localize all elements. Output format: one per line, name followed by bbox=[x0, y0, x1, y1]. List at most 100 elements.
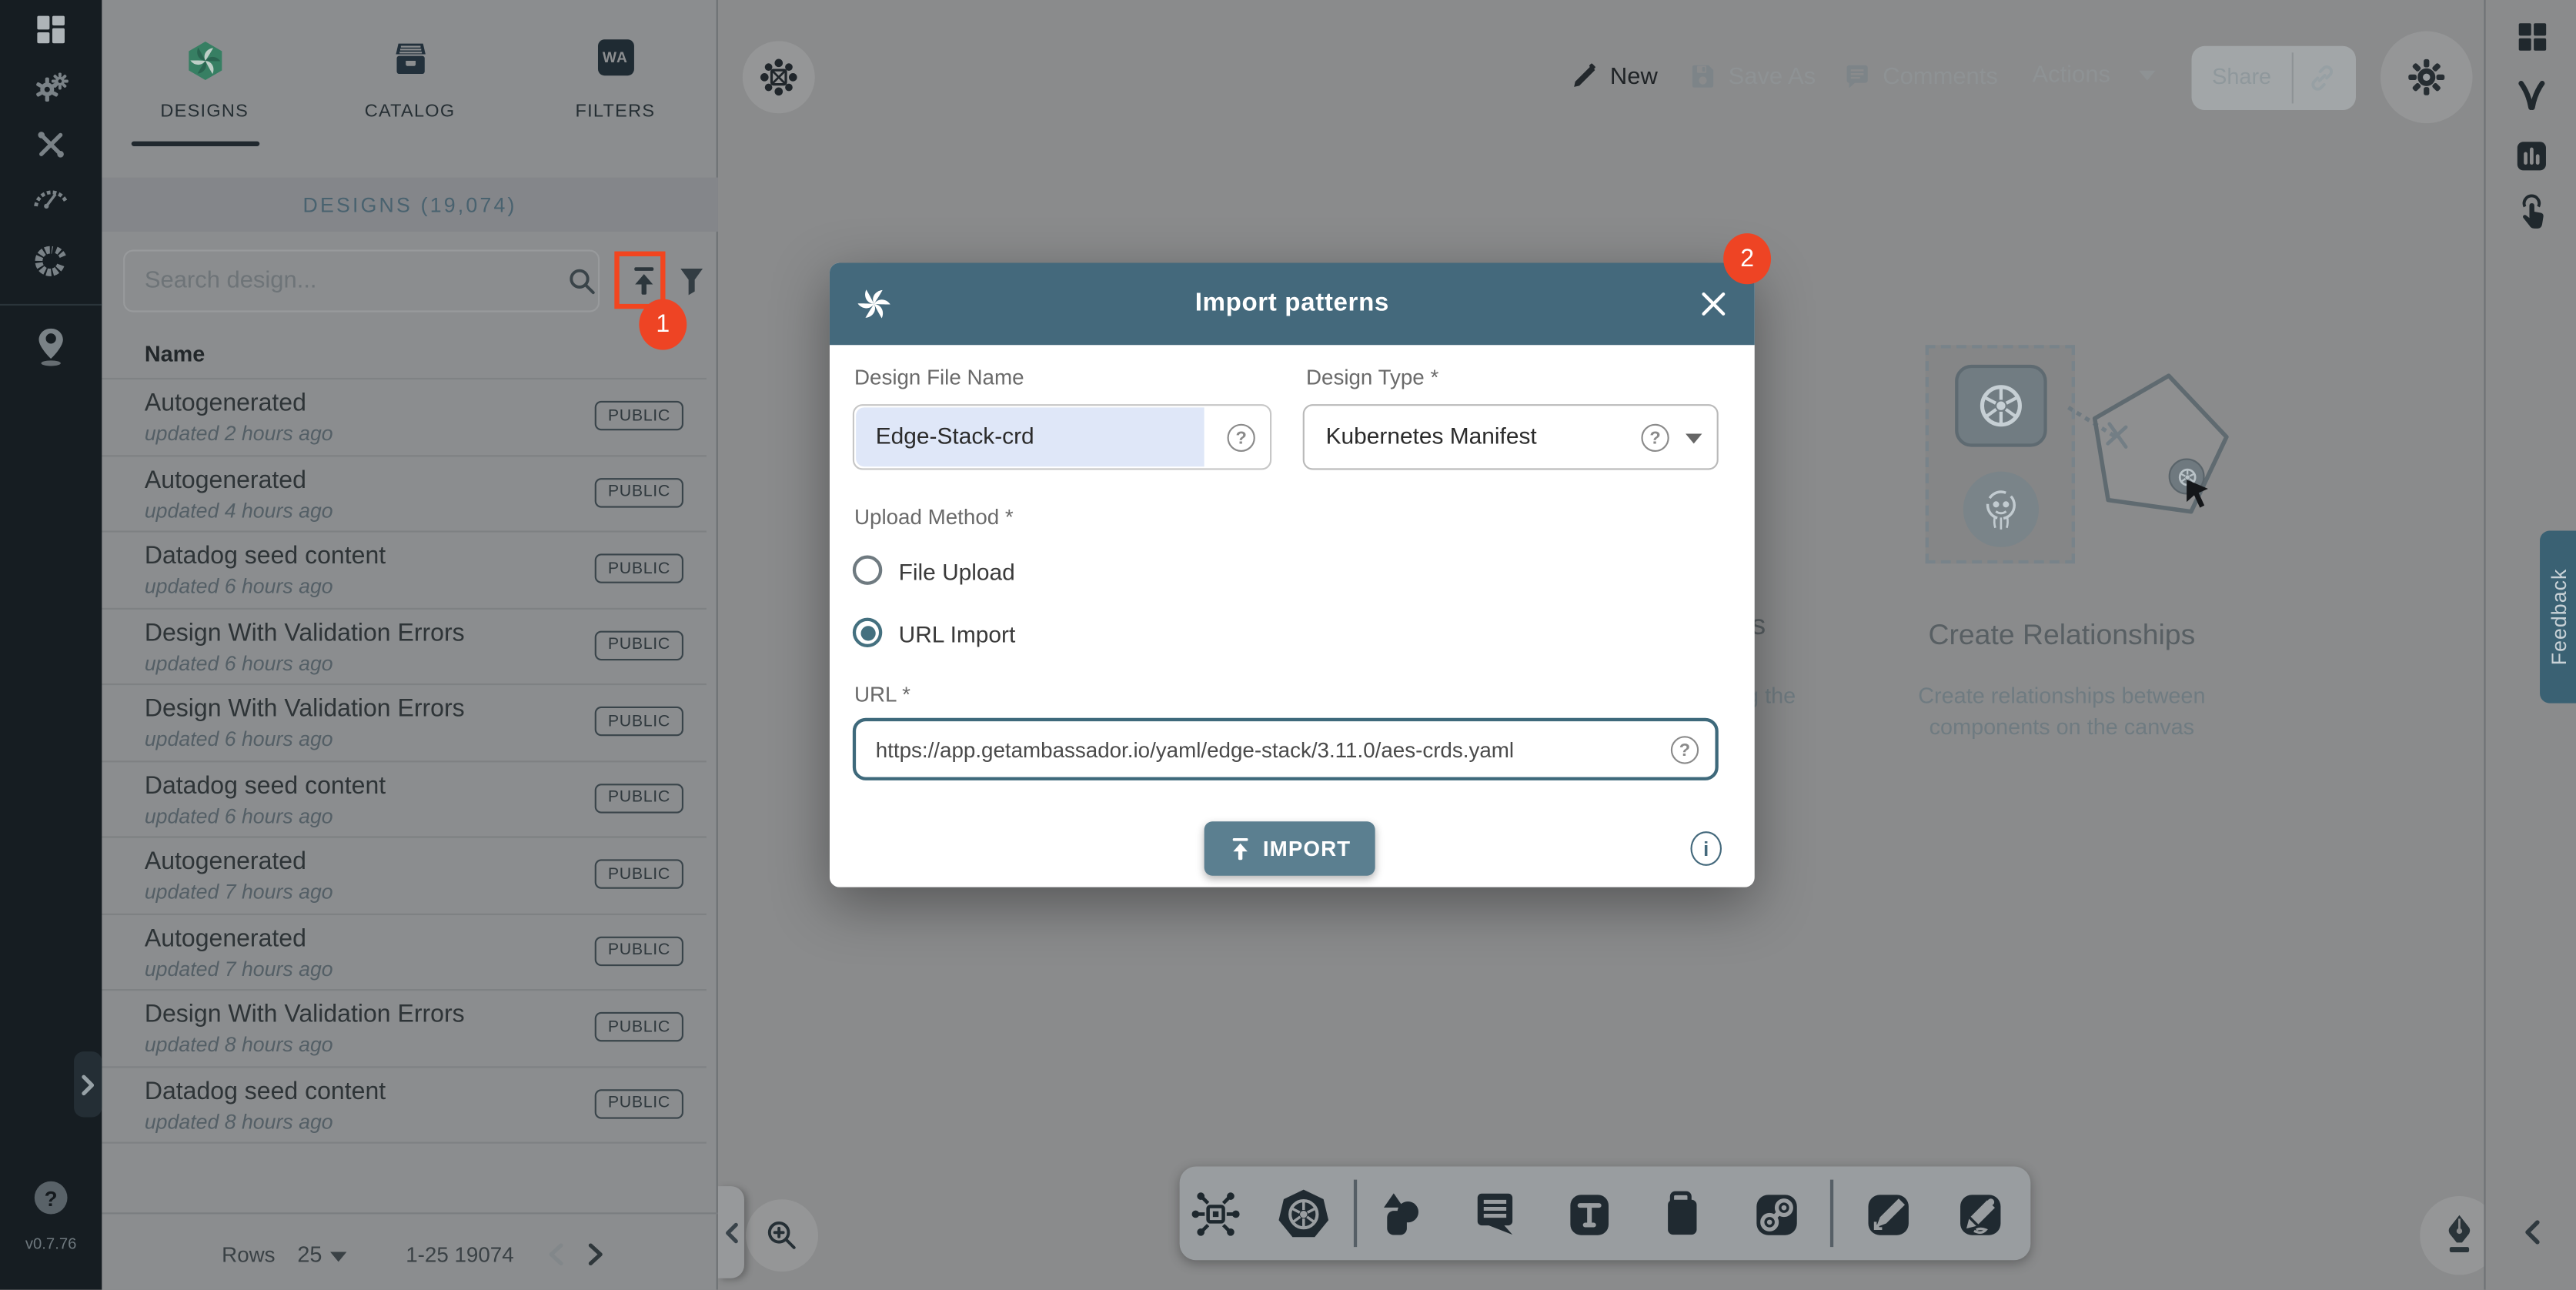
page-size-caret-icon[interactable] bbox=[330, 1252, 346, 1262]
import-button[interactable]: IMPORT bbox=[1204, 821, 1375, 875]
save-as-button[interactable]: Save As bbox=[1689, 62, 1816, 90]
design-row[interactable]: Design With Validation Errors updated 8 … bbox=[102, 991, 707, 1067]
visibility-badge: PUBLIC bbox=[595, 630, 683, 660]
tab-filters[interactable]: WA FILTERS bbox=[513, 0, 718, 164]
rail-dashboard-button[interactable] bbox=[2486, 138, 2576, 174]
sidebar-item-lifecycle[interactable] bbox=[0, 71, 102, 107]
file-upload-label[interactable]: File Upload bbox=[899, 559, 1015, 585]
tab-catalog[interactable]: CATALOG bbox=[307, 0, 513, 164]
tools-icon bbox=[35, 128, 68, 161]
toolbar-shapes-button[interactable] bbox=[1372, 1185, 1431, 1244]
url-import-label[interactable]: URL Import bbox=[899, 621, 1016, 647]
design-row[interactable]: Autogenerated updated 4 hours ago PUBLIC bbox=[102, 456, 707, 532]
chevron-left-icon bbox=[723, 1221, 738, 1243]
segmented-donut-icon bbox=[33, 243, 69, 279]
new-button[interactable]: New bbox=[1571, 62, 1658, 90]
save-as-label: Save As bbox=[1729, 63, 1816, 89]
file-upload-radio[interactable] bbox=[853, 555, 882, 584]
visibility-badge: PUBLIC bbox=[595, 401, 683, 430]
design-row[interactable]: Datadog seed content updated 6 hours ago… bbox=[102, 533, 707, 609]
modal-close-button[interactable] bbox=[1696, 286, 1732, 322]
toolbar-text-button[interactable] bbox=[1559, 1185, 1619, 1244]
help-icon[interactable]: ? bbox=[1641, 424, 1669, 452]
design-type-select[interactable]: Kubernetes Manifest ? bbox=[1303, 404, 1719, 470]
comments-button[interactable]: Comments bbox=[1843, 62, 1998, 90]
toolbar-kubernetes-button[interactable] bbox=[1273, 1185, 1332, 1244]
feedback-tab[interactable]: Feedback bbox=[2540, 530, 2576, 703]
designs-count-header: DESIGNS (19,074) bbox=[102, 178, 717, 232]
design-row[interactable]: Autogenerated updated 7 hours ago PUBLIC bbox=[102, 838, 707, 914]
visibility-badge: PUBLIC bbox=[595, 1088, 683, 1118]
sidebar-item-configuration[interactable] bbox=[0, 128, 102, 161]
rail-components-button[interactable] bbox=[2486, 20, 2576, 55]
url-input[interactable] bbox=[853, 718, 1719, 780]
modal-header: Import patterns bbox=[830, 263, 1755, 346]
design-updated: updated 2 hours ago bbox=[145, 423, 333, 446]
sidebar-item-explore[interactable] bbox=[0, 326, 102, 368]
rail-collapse-button[interactable] bbox=[2486, 1219, 2576, 1245]
magnifier-plus-icon bbox=[764, 1218, 800, 1254]
column-header-name: Name bbox=[145, 342, 205, 366]
panel-collapse-button[interactable] bbox=[718, 1186, 744, 1278]
rail-interact-button[interactable] bbox=[2486, 192, 2576, 232]
toolbar-pen-tool-button[interactable] bbox=[1858, 1185, 1917, 1244]
design-row[interactable]: Datadog seed content updated 8 hours ago… bbox=[102, 1067, 707, 1143]
comment-lines-icon bbox=[1470, 1189, 1519, 1238]
design-updated: updated 6 hours ago bbox=[145, 651, 333, 674]
toolbar-note-button[interactable] bbox=[1652, 1185, 1712, 1244]
design-name: Datadog seed content bbox=[145, 1077, 386, 1105]
visibility-badge: PUBLIC bbox=[595, 859, 683, 888]
share-button-group[interactable]: Share bbox=[2192, 46, 2356, 110]
design-name: Autogenerated bbox=[145, 847, 306, 875]
design-row[interactable]: Design With Validation Errors updated 6 … bbox=[102, 609, 707, 685]
help-button[interactable]: ? bbox=[0, 1181, 102, 1215]
sidebar-expand-button[interactable] bbox=[74, 1051, 102, 1117]
filter-button[interactable] bbox=[670, 259, 713, 302]
design-name: Design With Validation Errors bbox=[145, 1001, 465, 1028]
page-size-select[interactable]: 25 bbox=[297, 1242, 322, 1267]
shapes-icon bbox=[1375, 1188, 1428, 1240]
design-file-name-field[interactable]: Edge-Stack-crd ? bbox=[853, 404, 1271, 470]
overlapping-notes-icon bbox=[1658, 1189, 1707, 1238]
radio-selected-dot bbox=[860, 625, 874, 640]
toolbar-comment-button[interactable] bbox=[1465, 1185, 1525, 1244]
search-input[interactable] bbox=[123, 249, 600, 312]
rail-validate-button[interactable] bbox=[2486, 79, 2576, 115]
tab-filters-label: FILTERS bbox=[513, 102, 718, 122]
info-icon[interactable]: i bbox=[1690, 831, 1722, 866]
previous-page-button[interactable] bbox=[539, 1237, 572, 1270]
visibility-badge: PUBLIC bbox=[595, 1012, 683, 1041]
kubernetes-icon bbox=[1275, 1187, 1329, 1241]
search-icon bbox=[565, 265, 598, 298]
cursor-icon bbox=[2185, 480, 2214, 513]
toolbar-link-button[interactable] bbox=[1746, 1185, 1806, 1244]
speedometer-icon bbox=[33, 184, 69, 210]
canvas-settings-button[interactable] bbox=[2381, 32, 2473, 124]
design-row[interactable]: Design With Validation Errors updated 6 … bbox=[102, 685, 707, 761]
toolbar-divider bbox=[1354, 1180, 1356, 1248]
design-row[interactable]: Autogenerated updated 2 hours ago PUBLIC bbox=[102, 379, 707, 456]
search-button[interactable] bbox=[560, 259, 603, 302]
canvas-loader-button[interactable] bbox=[743, 41, 815, 113]
toolbar-components-button[interactable] bbox=[1186, 1185, 1245, 1244]
actions-caret-icon bbox=[2138, 71, 2154, 81]
design-row[interactable]: Datadog seed content updated 6 hours ago… bbox=[102, 761, 707, 837]
share-label: Share bbox=[2192, 64, 2292, 89]
tab-designs[interactable]: DESIGNS bbox=[102, 0, 307, 164]
actions-label: Actions bbox=[2032, 62, 2110, 89]
sidebar-item-patterns[interactable] bbox=[0, 243, 102, 279]
meshery-logo-icon bbox=[183, 39, 226, 82]
tab-designs-label: DESIGNS bbox=[102, 102, 307, 122]
zoom-in-button[interactable] bbox=[746, 1199, 818, 1272]
visibility-badge: PUBLIC bbox=[595, 553, 683, 583]
help-icon[interactable]: ? bbox=[1228, 424, 1255, 452]
sidebar-item-performance[interactable] bbox=[0, 184, 102, 210]
next-page-button[interactable] bbox=[578, 1237, 611, 1270]
sidebar-item-dashboard[interactable] bbox=[0, 13, 102, 46]
toolbar-pencil-button[interactable] bbox=[1950, 1185, 2010, 1244]
help-icon[interactable]: ? bbox=[1671, 736, 1699, 764]
actions-menu-button[interactable]: Actions bbox=[2032, 62, 2154, 89]
design-row[interactable]: Autogenerated updated 7 hours ago PUBLIC bbox=[102, 914, 707, 991]
design-updated: updated 7 hours ago bbox=[145, 881, 333, 904]
url-import-radio[interactable] bbox=[853, 618, 882, 647]
